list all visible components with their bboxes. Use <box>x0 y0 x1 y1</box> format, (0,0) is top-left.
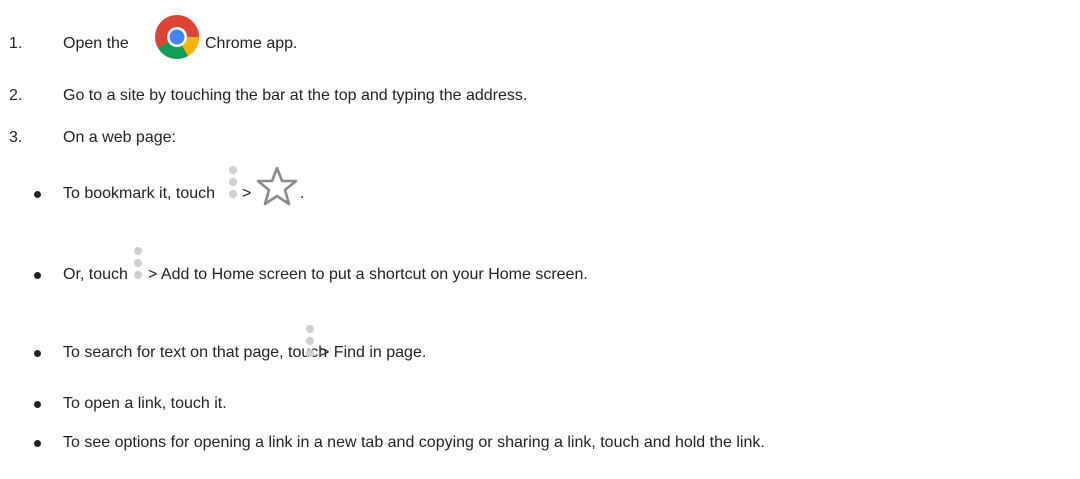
bullet-text-before: To bookmark it, touch <box>63 185 216 202</box>
step-text-before: Open the <box>63 35 129 52</box>
bullet-marker <box>34 272 41 279</box>
more-vert-icon <box>306 325 316 361</box>
bullet-marker <box>34 350 41 357</box>
bullet-text: To open a link, touch it. <box>63 395 227 412</box>
bullet-text-after: . <box>300 185 305 202</box>
bullet-text-after: > Find in page. <box>320 344 427 361</box>
step-number: 3. <box>9 129 23 146</box>
bullet-marker <box>34 401 41 408</box>
bullet-text-after: > Add to Home screen to put a shortcut o… <box>148 266 588 283</box>
step-number: 2. <box>9 87 23 104</box>
bullet-text: To see options for opening a link in a n… <box>63 434 765 451</box>
star-outline-icon <box>256 166 298 206</box>
chrome-icon <box>153 13 201 61</box>
bullet-marker <box>34 440 41 447</box>
bullet-text-before: Or, touch <box>63 266 128 283</box>
step-number: 1. <box>9 35 23 52</box>
bullet-separator: > <box>242 185 252 202</box>
step-text: Open the <box>63 34 129 54</box>
step-text: On a web page: <box>63 129 176 146</box>
step-text-after: Chrome app. <box>205 35 298 52</box>
more-vert-icon <box>229 166 239 202</box>
bullet-text: To bookmark it, touch <box>63 184 215 204</box>
bullet-marker <box>34 191 41 198</box>
more-vert-icon <box>134 247 144 283</box>
bullet-text-before: To search for text on that page, touch <box>63 344 328 361</box>
step-text: Go to a site by touching the bar at the … <box>63 87 528 104</box>
